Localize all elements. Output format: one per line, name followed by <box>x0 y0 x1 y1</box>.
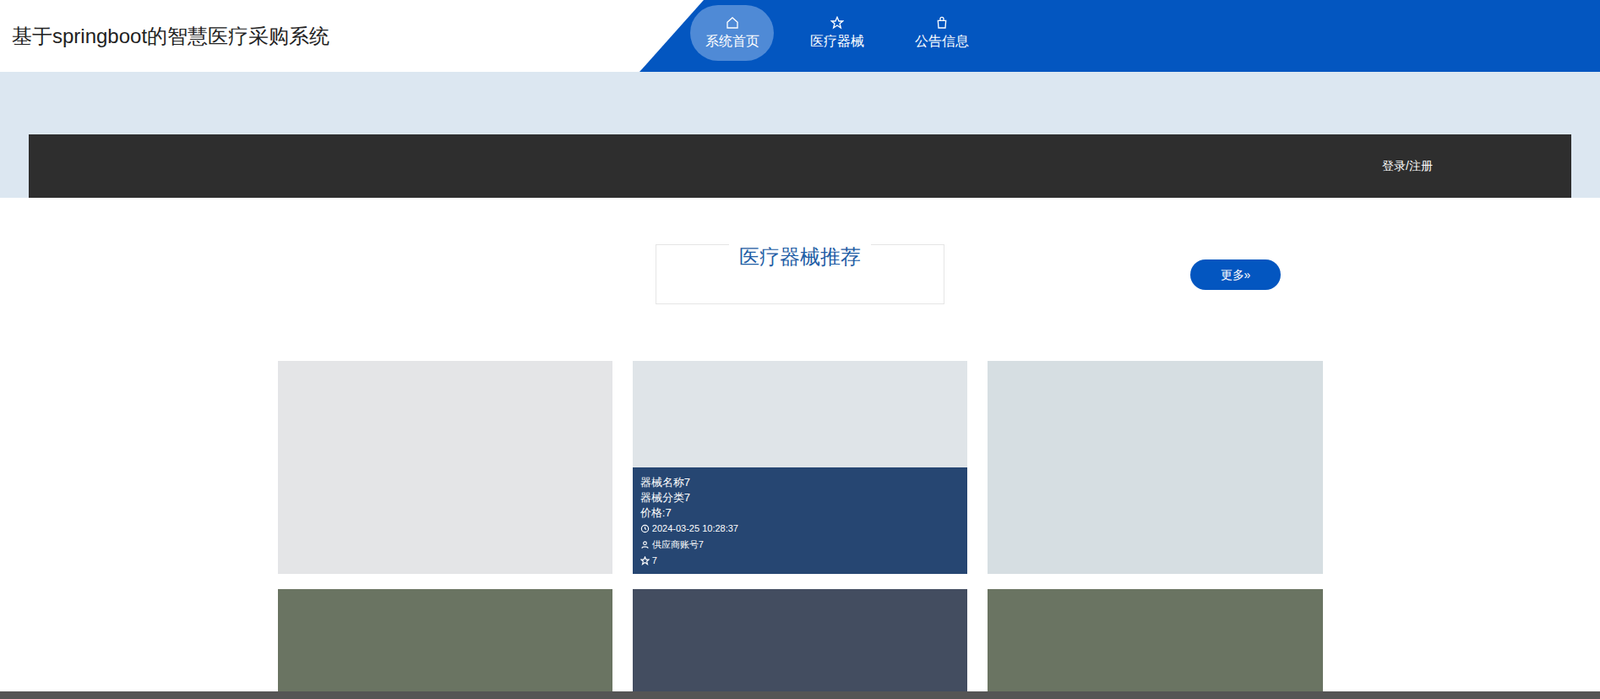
site-title: 基于springboot的智慧医疗采购系统 <box>11 21 330 52</box>
top-header: 基于springboot的智慧医疗采购系统 系统首页 医疗器械 公告信息 <box>0 0 1600 72</box>
login-register-link[interactable]: 登录/注册 <box>1382 157 1433 175</box>
bottom-bar <box>0 691 1600 699</box>
product-category: 器械分类7 <box>640 489 960 506</box>
banner: 登录/注册 <box>0 71 1600 198</box>
section-title-box: 医疗器械推荐 <box>655 244 945 305</box>
product-price: 价格:7 <box>640 505 960 521</box>
star-icon <box>830 16 844 30</box>
user-icon <box>640 539 650 550</box>
bag-icon <box>935 16 949 30</box>
product-card[interactable] <box>632 588 968 699</box>
product-name: 器械名称7 <box>640 474 960 490</box>
nav-item[interactable]: 公告信息 <box>899 5 984 61</box>
product-time-row: 2024-03-25 10:28:37 <box>640 520 960 537</box>
product-card[interactable] <box>277 360 613 574</box>
section-title: 医疗器械推荐 <box>729 241 871 273</box>
nav-item[interactable]: 系统首页 <box>690 5 774 61</box>
more-button[interactable]: 更多» <box>1190 259 1281 290</box>
product-likes: 7 <box>652 553 658 568</box>
site-title-area: 基于springboot的智慧医疗采购系统 <box>0 0 640 72</box>
star-icon <box>640 555 650 566</box>
product-card[interactable] <box>987 360 1323 574</box>
home-icon <box>725 16 740 30</box>
product-card[interactable] <box>987 588 1323 699</box>
section-header: 医疗器械推荐 更多» <box>277 244 1323 305</box>
product-likes-row: 7 <box>640 552 960 569</box>
product-supplier: 供应商账号7 <box>652 537 704 552</box>
nav-item[interactable]: 医疗器械 <box>794 5 879 61</box>
banner-bar: 登录/注册 <box>28 134 1572 198</box>
nav-label: 系统首页 <box>705 32 760 50</box>
product-card[interactable]: 器械名称7器械分类7价格:72024-03-25 10:28:37供应商账号77 <box>632 360 968 574</box>
nav-label: 公告信息 <box>914 32 969 50</box>
product-supplier-row: 供应商账号7 <box>640 536 960 553</box>
product-grid: 器械名称7器械分类7价格:72024-03-25 10:28:37供应商账号77 <box>277 360 1323 699</box>
product-time: 2024-03-25 10:28:37 <box>652 521 739 536</box>
product-info-overlay: 器械名称7器械分类7价格:72024-03-25 10:28:37供应商账号77 <box>632 467 968 574</box>
clock-icon <box>640 523 650 534</box>
product-card[interactable] <box>277 588 613 699</box>
main-nav: 系统首页 医疗器械 公告信息 <box>639 0 1600 72</box>
nav-label: 医疗器械 <box>810 32 865 50</box>
